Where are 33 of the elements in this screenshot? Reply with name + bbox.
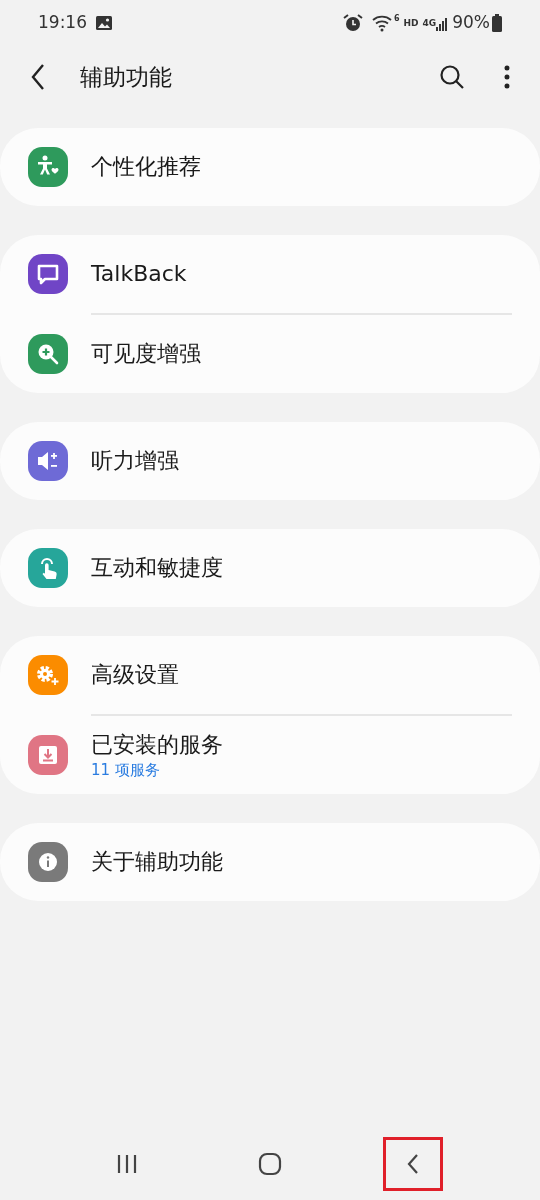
- image-icon: [95, 15, 113, 31]
- status-time: 19:16: [38, 11, 87, 35]
- page-title: 辅助功能: [80, 62, 172, 92]
- battery-icon: [492, 14, 502, 32]
- signal-icon: [436, 15, 449, 31]
- wifi-icon: [371, 14, 394, 32]
- home-icon: [258, 1152, 282, 1176]
- settings-item[interactable]: TalkBack: [0, 235, 540, 313]
- item-label: 可见度增强: [91, 340, 201, 368]
- battery-percent: 90%: [452, 11, 490, 35]
- settings-item[interactable]: 高级设置: [0, 636, 540, 714]
- back-icon: [406, 1153, 421, 1175]
- item-label: TalkBack: [91, 260, 187, 288]
- item-label: 高级设置: [91, 661, 179, 689]
- network-label: HD: [403, 18, 419, 28]
- settings-item[interactable]: 听力增强: [0, 422, 540, 500]
- item-label: 已安装的服务: [91, 731, 223, 759]
- item-label: 个性化推荐: [91, 153, 201, 181]
- search-icon: [439, 64, 465, 90]
- settings-item[interactable]: 已安装的服务 11 项服务: [0, 716, 540, 794]
- settings-item[interactable]: 互动和敏捷度: [0, 529, 540, 607]
- back-icon: [30, 63, 46, 91]
- item-label: 听力增强: [91, 447, 179, 475]
- item-label: 关于辅助功能: [91, 848, 223, 876]
- more-icon: [504, 65, 510, 89]
- wifi-standard-label: 6: [393, 13, 400, 25]
- item-subtitle: 11 项服务: [91, 760, 161, 780]
- alarm-icon: [341, 13, 364, 33]
- settings-item[interactable]: 可见度增强: [0, 315, 540, 393]
- settings-item[interactable]: 个性化推荐: [0, 128, 540, 206]
- network-label: 4G: [422, 18, 437, 28]
- item-label: 互动和敏捷度: [91, 554, 223, 582]
- settings-item[interactable]: 关于辅助功能: [0, 823, 540, 901]
